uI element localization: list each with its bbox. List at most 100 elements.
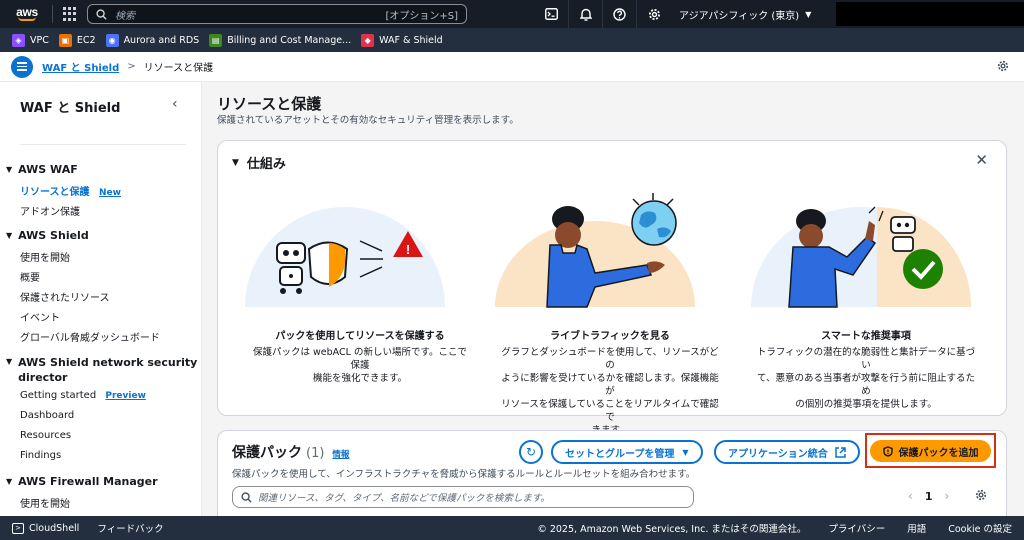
sidebar-item-fm-getting-started[interactable]: 使用を開始 (20, 495, 70, 510)
gear-icon (975, 489, 987, 501)
section-label: AWS Shield network security (18, 356, 198, 369)
chevron-left-icon[interactable]: ‹ (908, 489, 913, 503)
sidebar-item-label: 使用を開始 (20, 499, 70, 510)
sidebar-section-aws-shield[interactable]: ▼ AWS Shield (6, 229, 89, 242)
favorite-ec2[interactable]: ▣ EC2 (58, 33, 96, 47)
breadcrumb-current: リソースと保護 (143, 63, 214, 74)
region-selector[interactable]: アジアパシフィック (東京) ▼ (679, 7, 811, 22)
sidebar-title[interactable]: WAF と Shield (20, 97, 120, 116)
sidebar-item-findings[interactable]: Findings (20, 450, 61, 461)
sidebar-item-global-threat-dashboard[interactable]: グローバル脅威ダッシュボード (20, 329, 160, 344)
footer: > CloudShell フィードバック © 2025, Amazon Web … (0, 516, 1024, 540)
table-preferences-button[interactable] (975, 489, 987, 504)
person-robot-recommendation-illustration (751, 191, 981, 321)
aws-logo[interactable]: aws (10, 0, 44, 28)
button-label: アプリケーション統合 (728, 448, 828, 460)
card-description-line: 保護パックは webACL の新しい場所です。ここで保護 (253, 347, 467, 371)
favorite-vpc[interactable]: ◈ VPC (12, 33, 49, 47)
global-search-input[interactable]: 検索 [オプション+S] (87, 4, 467, 24)
vpc-icon: ◈ (12, 33, 25, 47)
menu-toggle-button[interactable] (11, 55, 33, 78)
sidebar-item-label: リソースと保護 (20, 187, 90, 198)
ec2-icon: ▣ (58, 33, 72, 47)
close-icon[interactable]: ✕ (975, 151, 988, 169)
how-it-works-card: ライブトラフィックを見る グラフとダッシュボードを使用して、リソースがどの よう… (495, 191, 725, 437)
sidebar-item-dashboard[interactable]: Dashboard (20, 410, 74, 421)
favorite-rds[interactable]: ◉ Aurora and RDS (105, 33, 199, 47)
gear-icon (648, 8, 660, 20)
breadcrumb: WAF と Shield > リソースと保護 (0, 52, 1024, 82)
page-settings-button[interactable] (997, 60, 1009, 75)
bell-icon (579, 8, 592, 21)
favorite-billing[interactable]: ▤ Billing and Cost Manage... (209, 33, 351, 47)
sidebar-item-overview[interactable]: 概要 (20, 269, 40, 284)
database-icon: ◉ (105, 33, 119, 47)
privacy-link[interactable]: プライバシー (828, 521, 885, 535)
top-navigation: aws 検索 [オプション+S] アジアパシフィック (東京) ▼ (0, 0, 1024, 28)
card-description: 保護パックは webACL の新しい場所です。ここで保護 機能を強化できます。 (245, 346, 475, 385)
sidebar-item-label: グローバル脅威ダッシュボード (20, 333, 160, 344)
how-it-works-card: ! パックを使用してリソースを保護する 保護パックは webACL の新しい場所… (245, 191, 475, 385)
chevron-right-icon[interactable]: › (944, 489, 949, 503)
favorite-waf[interactable]: ◆ WAF & Shield (361, 33, 443, 47)
add-protection-pack-button[interactable]: 保護パックを追加 (870, 440, 991, 462)
terminal-icon: > (12, 522, 24, 534)
protection-pack-search-input[interactable]: 関連リソース、タグ、タイプ、名前などで保護パックを検索します。 (232, 486, 694, 508)
sidebar-item-nsd-getting-started[interactable]: Getting started Preview (20, 390, 146, 401)
how-it-works-header[interactable]: ▼ 仕組み (232, 153, 286, 172)
preview-badge: Preview (105, 391, 146, 401)
services-grid-icon[interactable] (63, 7, 77, 21)
sidebar-item-resources-protection[interactable]: リソースと保護 New (20, 183, 121, 198)
breadcrumb-parent-link[interactable]: WAF と Shield (42, 59, 119, 74)
help-icon (613, 7, 626, 21)
section-label: AWS Shield (18, 229, 89, 242)
account-menu[interactable] (836, 2, 1024, 26)
card-description-line: ように影響を受けているかを確認します。保護機能が (501, 373, 719, 397)
collapse-sidebar-icon[interactable]: ‹ (172, 96, 178, 112)
protection-packs-count: (1) (306, 446, 325, 461)
cloudshell-link[interactable]: > CloudShell (12, 522, 79, 534)
sidebar-item-events[interactable]: イベント (20, 309, 60, 324)
sidebar-item-label: Getting started (20, 390, 97, 401)
robot-shield-illustration: ! (245, 191, 475, 321)
protection-packs-description: 保護パックを使用して、インフラストラクチャを脅威から保護するルールとルールセット… (232, 469, 696, 480)
feedback-link[interactable]: フィードバック (97, 521, 163, 535)
sidebar-item-label: 概要 (20, 273, 40, 284)
sidebar-item-addon-protection[interactable]: アドオン保護 (20, 203, 80, 218)
sidebar-section-network-security-director[interactable]: ▼ AWS Shield network security director (6, 355, 197, 385)
settings-button[interactable] (637, 0, 671, 28)
gear-icon (997, 60, 1009, 72)
section-label: director (18, 371, 68, 384)
external-link-icon (835, 446, 846, 458)
sidebar-section-aws-waf[interactable]: ▼ AWS WAF (6, 163, 78, 176)
application-integration-button[interactable]: アプリケーション統合 (714, 440, 860, 464)
cloudshell-button[interactable] (535, 0, 569, 28)
caret-down-icon: ▼ (232, 157, 239, 168)
card-description-line: リソースを保護していることをリアルタイムで確認で (501, 399, 719, 423)
add-pack-highlight: 保護パックを追加 (865, 433, 996, 468)
card-title: パックを使用してリソースを保護する (275, 331, 445, 342)
protection-packs-title: 保護パック (232, 445, 302, 461)
section-label: AWS WAF (18, 163, 78, 176)
page-number[interactable]: 1 (925, 490, 933, 503)
search-icon (96, 8, 107, 20)
card-description-line: の個別の推奨事項を提供します。 (795, 399, 937, 410)
refresh-button[interactable]: ↻ (519, 440, 543, 464)
cookie-preferences-link[interactable]: Cookie の設定 (948, 521, 1012, 535)
side-navigation: WAF と Shield ‹ ▼ AWS WAF リソースと保護 New アドオ… (0, 82, 202, 516)
search-shortcut: [オプション+S] (385, 10, 458, 22)
notifications-button[interactable] (569, 0, 603, 28)
terms-link[interactable]: 用語 (907, 521, 926, 535)
card-description-line: 機能を強化できます。 (312, 373, 408, 384)
manage-sets-groups-button[interactable]: セットとグループを管理 ▼ (551, 440, 703, 464)
help-button[interactable] (603, 0, 637, 28)
sidebar-item-resources[interactable]: Resources (20, 430, 71, 441)
info-link[interactable]: 情報 (332, 448, 349, 460)
sidebar-item-protected-resources[interactable]: 保護されたリソース (20, 289, 110, 304)
terminal-icon (545, 8, 558, 20)
sidebar-section-firewall-manager[interactable]: ▼ AWS Firewall Manager (6, 475, 158, 488)
card-description-line: て、悪意のある当事者が攻撃を行う前に阻止するため (756, 373, 976, 397)
sidebar-item-label: Findings (20, 450, 62, 461)
card-description: トラフィックの潜在的な脆弱性と集計データに基づい て、悪意のある当事者が攻撃を行… (751, 346, 981, 411)
sidebar-item-getting-started[interactable]: 使用を開始 (20, 249, 70, 264)
